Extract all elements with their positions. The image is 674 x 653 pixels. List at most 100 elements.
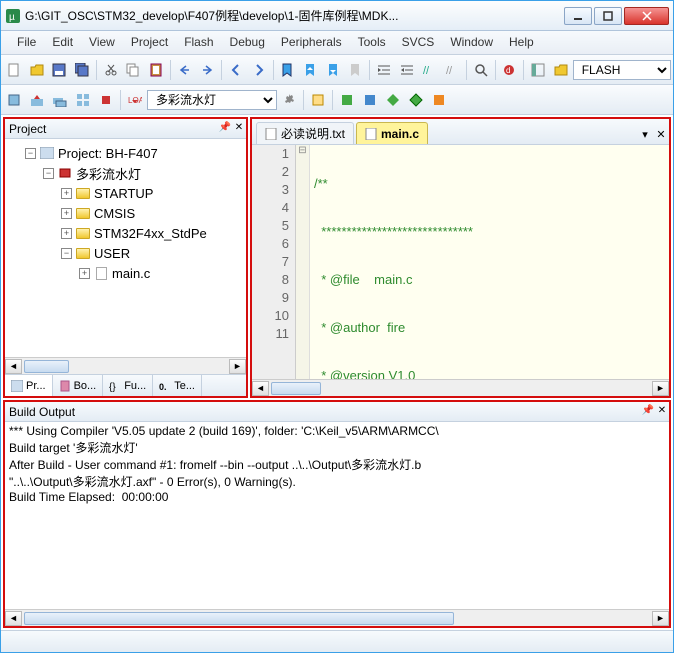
config-icon[interactable] xyxy=(550,59,572,81)
functions-tab[interactable]: {}Fu... xyxy=(103,375,153,396)
pack-diamond-icon[interactable] xyxy=(382,89,404,111)
pin-icon[interactable]: 📌 xyxy=(218,122,232,136)
books-tab[interactable]: Bo... xyxy=(53,375,104,396)
pack-orange-icon[interactable] xyxy=(428,89,450,111)
save-all-icon[interactable] xyxy=(71,59,93,81)
close-panel-icon[interactable]: ✕ xyxy=(232,122,246,136)
maximize-button[interactable] xyxy=(594,7,622,25)
folder-icon xyxy=(75,206,91,220)
tab-dropdown-icon[interactable]: ▾ xyxy=(637,128,653,144)
code-editor[interactable]: 1234567891011 ⊟ /** ********************… xyxy=(252,145,669,379)
bookmark-icon[interactable] xyxy=(277,59,299,81)
translate-icon[interactable] xyxy=(3,89,25,111)
hscroll-left-icon[interactable]: ◄ xyxy=(5,359,22,374)
nav-back-icon[interactable] xyxy=(225,59,247,81)
bookmark-next-icon[interactable] xyxy=(322,59,344,81)
hscroll-right-icon[interactable]: ► xyxy=(652,381,669,396)
templates-tab[interactable]: 0.Te... xyxy=(153,375,202,396)
project-tree[interactable]: −Project: BH-F407 −多彩流水灯 +STARTUP +CMSIS… xyxy=(5,139,246,357)
menu-edit[interactable]: Edit xyxy=(44,31,81,54)
menu-file[interactable]: File xyxy=(9,31,44,54)
menu-svcs[interactable]: SVCS xyxy=(394,31,443,54)
rebuild-icon[interactable] xyxy=(49,89,71,111)
stop-build-icon[interactable] xyxy=(95,89,117,111)
hscroll-right-icon[interactable]: ► xyxy=(652,611,669,626)
menu-flash[interactable]: Flash xyxy=(176,31,221,54)
tree-collapse-icon[interactable]: − xyxy=(25,148,36,159)
editor-hscroll[interactable]: ◄ ► xyxy=(252,379,669,396)
menu-tools[interactable]: Tools xyxy=(350,31,394,54)
project-hscroll[interactable]: ◄ ► xyxy=(5,357,246,374)
tree-expand-icon[interactable]: + xyxy=(61,208,72,219)
hscroll-left-icon[interactable]: ◄ xyxy=(5,611,22,626)
tree-group-stdpe[interactable]: STM32F4xx_StdPe xyxy=(94,226,207,241)
tree-root[interactable]: Project: BH-F407 xyxy=(58,146,158,161)
pack-diamond2-icon[interactable] xyxy=(405,89,427,111)
code-lines[interactable]: /** ****************************** * @fi… xyxy=(310,145,669,379)
menu-debug[interactable]: Debug xyxy=(222,31,273,54)
hscroll-right-icon[interactable]: ► xyxy=(229,359,246,374)
project-tab[interactable]: Pr... xyxy=(5,375,53,396)
download-icon[interactable]: LOAD xyxy=(124,89,146,111)
build-hscroll[interactable]: ◄ ► xyxy=(5,609,669,626)
undo-icon[interactable] xyxy=(174,59,196,81)
target-options-icon[interactable] xyxy=(278,89,300,111)
open-icon[interactable] xyxy=(26,59,48,81)
pack-green-icon[interactable] xyxy=(336,89,358,111)
find-icon[interactable] xyxy=(470,59,492,81)
tree-group-startup[interactable]: STARTUP xyxy=(94,186,153,201)
tree-collapse-icon[interactable]: − xyxy=(61,248,72,259)
hscroll-thumb[interactable] xyxy=(24,360,69,373)
tree-group-user[interactable]: USER xyxy=(94,246,130,261)
svg-text:µ: µ xyxy=(9,12,15,23)
bookmark-clear-icon[interactable] xyxy=(345,59,367,81)
copy-icon[interactable] xyxy=(122,59,144,81)
tree-group-cmsis[interactable]: CMSIS xyxy=(94,206,135,221)
tree-expand-icon[interactable]: + xyxy=(61,188,72,199)
editor-tab-readme[interactable]: 必读说明.txt xyxy=(256,122,354,144)
menu-peripherals[interactable]: Peripherals xyxy=(273,31,350,54)
editor-tab-main[interactable]: main.c xyxy=(356,122,428,144)
pack-blue-icon[interactable] xyxy=(359,89,381,111)
hscroll-thumb[interactable] xyxy=(24,612,454,625)
flash-combo[interactable]: FLASH xyxy=(573,60,672,80)
tree-collapse-icon[interactable]: − xyxy=(43,168,54,179)
tab-close-icon[interactable]: ✕ xyxy=(653,128,669,144)
debug-icon[interactable]: d xyxy=(499,59,521,81)
pin-icon[interactable]: 📌 xyxy=(641,405,655,419)
tree-expand-icon[interactable]: + xyxy=(61,228,72,239)
project-window-icon[interactable] xyxy=(527,59,549,81)
tree-target[interactable]: 多彩流水灯 xyxy=(76,164,141,183)
manage-icon[interactable] xyxy=(307,89,329,111)
window-title: G:\GIT_OSC\STM32_develop\F407例程\develop\… xyxy=(25,7,564,24)
menu-help[interactable]: Help xyxy=(501,31,542,54)
build-output-text[interactable]: *** Using Compiler 'V5.05 update 2 (buil… xyxy=(5,422,669,609)
menu-view[interactable]: View xyxy=(81,31,123,54)
fold-column[interactable]: ⊟ xyxy=(296,145,310,379)
paste-icon[interactable] xyxy=(145,59,167,81)
batch-build-icon[interactable] xyxy=(72,89,94,111)
nav-fwd-icon[interactable] xyxy=(248,59,270,81)
tree-expand-icon[interactable]: + xyxy=(79,268,90,279)
indent-icon[interactable] xyxy=(373,59,395,81)
close-panel-icon[interactable]: ✕ xyxy=(655,405,669,419)
line-gutter: 1234567891011 xyxy=(252,145,296,379)
save-icon[interactable] xyxy=(48,59,70,81)
hscroll-left-icon[interactable]: ◄ xyxy=(252,381,269,396)
target-combo[interactable]: 多彩流水灯 xyxy=(147,90,277,110)
menu-project[interactable]: Project xyxy=(123,31,176,54)
redo-icon[interactable] xyxy=(196,59,218,81)
cut-icon[interactable] xyxy=(100,59,122,81)
folder-icon xyxy=(75,246,91,260)
build-icon[interactable] xyxy=(26,89,48,111)
bookmark-prev-icon[interactable] xyxy=(299,59,321,81)
comment-icon[interactable]: // xyxy=(419,59,441,81)
close-button[interactable] xyxy=(624,7,669,25)
outdent-icon[interactable] xyxy=(396,59,418,81)
uncomment-icon[interactable]: // xyxy=(441,59,463,81)
minimize-button[interactable] xyxy=(564,7,592,25)
menu-window[interactable]: Window xyxy=(442,31,501,54)
tree-file-main[interactable]: main.c xyxy=(112,266,150,281)
hscroll-thumb[interactable] xyxy=(271,382,321,395)
new-icon[interactable] xyxy=(3,59,25,81)
